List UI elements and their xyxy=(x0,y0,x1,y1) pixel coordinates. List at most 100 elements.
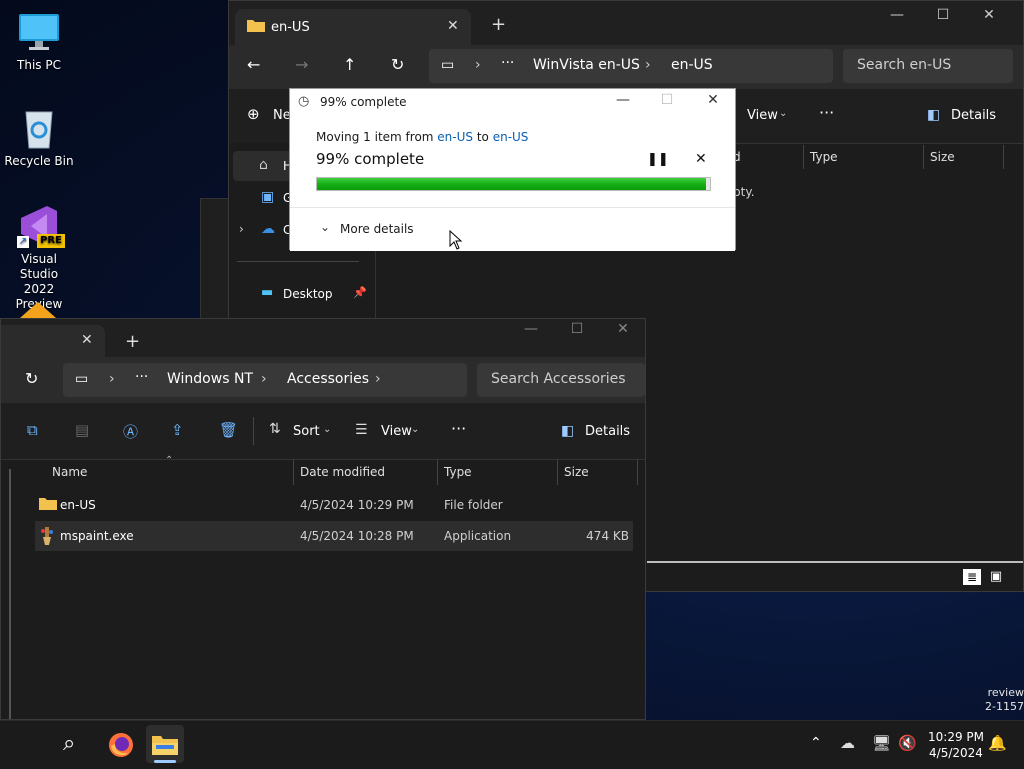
partial-desktop-icon[interactable] xyxy=(16,300,60,318)
clock[interactable]: 10:29 PM 4/5/2024 xyxy=(924,729,988,761)
recycle-bin-icon xyxy=(17,106,61,150)
column-header-name[interactable]: Name xyxy=(52,465,87,479)
desktop-icon-recycle-bin[interactable]: Recycle Bin xyxy=(1,106,77,169)
front-explorer-window[interactable]: ✕ + — ☐ ✕ ↻ ▭ › ··· Windows NT › Accesso… xyxy=(0,318,646,720)
column-separator xyxy=(803,145,804,169)
volume-muted-icon[interactable]: 🔇 xyxy=(898,734,917,752)
destination-link[interactable]: en-US xyxy=(493,130,529,144)
minimize-icon[interactable]: — xyxy=(877,7,917,27)
sort-ascending-icon: ⌃ xyxy=(165,455,174,466)
chevron-right-icon[interactable]: › xyxy=(375,371,381,387)
copy-icon[interactable]: ⧉ xyxy=(27,421,38,439)
notification-bell-icon[interactable]: 🔔 xyxy=(988,734,1007,752)
column-header-size[interactable]: Size xyxy=(930,150,955,164)
new-tab-icon[interactable]: + xyxy=(491,14,506,35)
tiles-view-icon[interactable]: ▣ xyxy=(987,569,1005,585)
chevron-up-icon[interactable]: ⌃ xyxy=(810,735,822,751)
new-plus-icon[interactable]: ⊕ xyxy=(247,105,260,123)
more-details-button[interactable]: More details xyxy=(340,222,414,236)
gallery-icon: ▣ xyxy=(261,189,275,205)
network-icon[interactable]: 🖥 xyxy=(872,734,891,752)
move-progress-dialog[interactable]: ◷ 99% complete — ☐ ✕ Moving 1 item from … xyxy=(289,88,736,251)
chevron-down-icon: ⌄ xyxy=(320,220,331,234)
dialog-close-icon[interactable]: ✕ xyxy=(698,92,728,112)
more-options-icon[interactable]: ··· xyxy=(451,419,466,438)
chevron-down-icon: ⌄ xyxy=(779,108,788,119)
firefox-icon[interactable] xyxy=(108,732,134,758)
more-options-icon[interactable]: ··· xyxy=(819,103,834,122)
breadcrumb-item[interactable]: en-US xyxy=(671,57,713,73)
more-details-row[interactable]: ⌄ More details xyxy=(290,207,735,251)
back-arrow-icon[interactable]: ← xyxy=(247,55,260,74)
tab-close-icon[interactable]: ✕ xyxy=(447,18,459,34)
chevron-right-icon: › xyxy=(109,371,115,387)
file-explorer-taskbar-button[interactable] xyxy=(146,725,184,763)
table-row[interactable]: mspaint.exe 4/5/2024 10:28 PM Applicatio… xyxy=(35,521,633,551)
delete-icon[interactable]: 🗑 xyxy=(219,421,238,439)
tab-bar: en-US ✕ + — ☐ ✕ xyxy=(229,1,1023,45)
search-placeholder: Search en-US xyxy=(857,57,952,73)
paint-brush-icon xyxy=(39,527,55,545)
details-button[interactable]: Details xyxy=(585,424,630,439)
column-separator xyxy=(637,459,638,485)
tab-en-us[interactable]: en-US ✕ xyxy=(235,9,471,45)
overflow-dots-icon[interactable]: ··· xyxy=(135,369,148,385)
rename-icon[interactable]: Ⓐ xyxy=(123,421,138,442)
overflow-dots-icon[interactable]: ··· xyxy=(501,55,514,71)
column-header-size[interactable]: Size xyxy=(564,465,589,479)
nav-row: ↻ ▭ › ··· Windows NT › Accessories › Sea… xyxy=(1,357,645,403)
sort-button[interactable]: Sort xyxy=(293,424,320,439)
search-input[interactable]: Search en-US xyxy=(843,49,1013,83)
search-input[interactable]: Search Accessories xyxy=(477,363,645,397)
breadcrumb-item[interactable]: Accessories xyxy=(287,371,369,387)
nav-item-desktop[interactable]: ▬ Desktop 📌 xyxy=(233,279,373,309)
expand-chevron-icon[interactable]: › xyxy=(239,222,244,236)
pin-icon[interactable]: 📌 xyxy=(353,286,367,299)
address-bar[interactable]: ▭ › ··· WinVista en-US › en-US xyxy=(429,49,833,83)
view-button[interactable]: View xyxy=(381,424,412,439)
dialog-maximize-icon[interactable]: ☐ xyxy=(652,92,682,112)
file-type: Application xyxy=(444,529,512,543)
view-button[interactable]: View xyxy=(747,108,778,123)
share-icon[interactable]: ⇪ xyxy=(171,421,184,439)
maximize-icon[interactable]: ☐ xyxy=(557,321,597,341)
table-row[interactable]: en-US 4/5/2024 10:29 PM File folder xyxy=(35,489,633,519)
progress-status: 99% complete xyxy=(316,150,425,168)
chevron-right-icon: › xyxy=(645,57,651,73)
details-button[interactable]: Details xyxy=(951,108,996,123)
refresh-icon[interactable]: ↻ xyxy=(25,369,38,388)
breadcrumb-item[interactable]: Windows NT xyxy=(167,371,253,387)
refresh-icon[interactable]: ↻ xyxy=(391,55,404,74)
forward-arrow-icon[interactable]: → xyxy=(295,55,308,74)
column-header-type[interactable]: Type xyxy=(810,150,838,164)
paste-icon[interactable]: ▤ xyxy=(75,421,89,439)
pause-icon[interactable]: ❚❚ xyxy=(647,152,669,167)
list-view-icon[interactable]: ≣ xyxy=(963,569,981,585)
address-bar[interactable]: ▭ › ··· Windows NT › Accessories › xyxy=(63,363,467,397)
column-header-date[interactable]: Date modified xyxy=(300,465,385,479)
tab-close-icon[interactable]: ✕ xyxy=(81,332,93,348)
tab-accessories[interactable]: ✕ xyxy=(1,325,105,357)
search-icon[interactable]: ⌕ xyxy=(63,731,75,756)
tab-title: en-US xyxy=(271,20,310,35)
minimize-icon[interactable]: — xyxy=(511,321,551,341)
cancel-icon[interactable]: ✕ xyxy=(695,151,707,167)
clock-date: 4/5/2024 xyxy=(929,746,983,760)
new-tab-icon[interactable]: + xyxy=(125,331,140,352)
onedrive-offline-icon[interactable]: ☁ xyxy=(840,734,855,752)
close-icon[interactable]: ✕ xyxy=(603,321,643,341)
maximize-icon[interactable]: ☐ xyxy=(923,7,963,27)
column-header-type[interactable]: Type xyxy=(444,465,472,479)
file-type: File folder xyxy=(444,498,503,512)
dialog-minimize-icon[interactable]: — xyxy=(608,92,638,112)
desktop-icon-this-pc[interactable]: This PC xyxy=(1,10,77,73)
close-icon[interactable]: ✕ xyxy=(969,7,1009,27)
source-link[interactable]: en-US xyxy=(437,130,473,144)
breadcrumb-item[interactable]: WinVista en-US xyxy=(533,57,640,73)
desktop-icon-visual-studio[interactable]: PRE ↗ Visual Studio 2022 Preview xyxy=(1,204,77,312)
up-arrow-icon[interactable]: ↑ xyxy=(343,55,356,74)
clock-icon: ◷ xyxy=(298,94,310,109)
desktop-icon-label: This PC xyxy=(17,58,61,72)
to-word: to xyxy=(473,130,493,144)
nav-pane-scrollbar[interactable] xyxy=(9,469,11,719)
